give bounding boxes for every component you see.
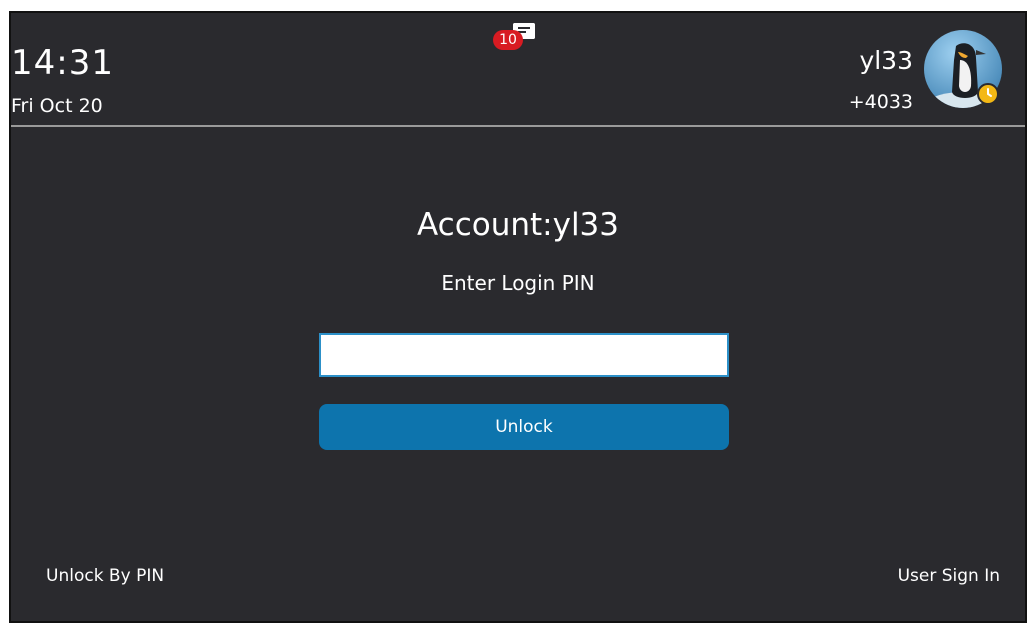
status-bar: 10 14:31 Fri Oct 20 yl33 +4033	[11, 13, 1025, 127]
user-sign-in-softkey[interactable]: User Sign In	[898, 566, 1000, 586]
account-number: +4033	[848, 91, 913, 113]
pin-prompt: Enter Login PIN	[441, 271, 595, 295]
unlock-button[interactable]: Unlock	[319, 404, 729, 450]
account-name: yl33	[859, 46, 913, 75]
account-title: Account:yl33	[416, 207, 619, 243]
phone-screen: 10 14:31 Fri Oct 20 yl33 +4033 Account:y…	[9, 11, 1027, 623]
clock-status-icon	[977, 83, 999, 105]
unlock-by-pin-softkey[interactable]: Unlock By PIN	[46, 566, 164, 586]
pin-input[interactable]	[319, 333, 729, 377]
